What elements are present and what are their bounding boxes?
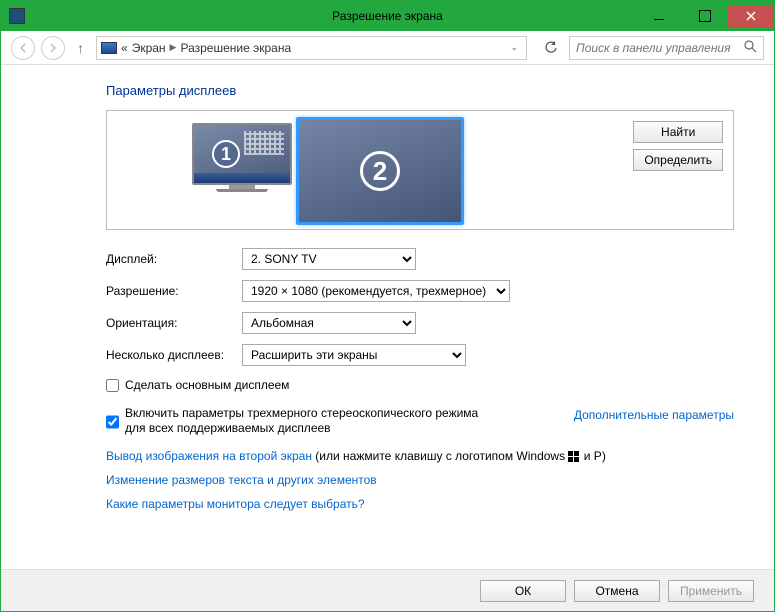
apply-button[interactable]: Применить bbox=[668, 580, 754, 602]
maximize-button[interactable] bbox=[682, 5, 728, 27]
search-input[interactable] bbox=[569, 36, 764, 60]
window-title: Разрешение экрана bbox=[332, 9, 443, 23]
monitor-icon bbox=[101, 42, 117, 54]
resolution-label: Разрешение: bbox=[106, 284, 242, 298]
monitor-number: 2 bbox=[360, 151, 400, 191]
multi-display-select[interactable]: Расширить эти экраны bbox=[242, 344, 466, 366]
monitor-number: 1 bbox=[212, 140, 240, 168]
titlebar: Разрешение экрана bbox=[1, 1, 774, 31]
resolution-select[interactable]: 1920 × 1080 (рекомендуется, трехмерное) bbox=[242, 280, 510, 302]
make-primary-checkbox[interactable] bbox=[106, 379, 119, 392]
advanced-settings-link[interactable]: Дополнительные параметры bbox=[574, 408, 734, 422]
orientation-select[interactable]: Альбомная bbox=[242, 312, 416, 334]
breadcrumb-item[interactable]: Разрешение экрана bbox=[180, 41, 291, 55]
refresh-button[interactable] bbox=[539, 36, 563, 60]
navbar: ↑ « Экран ▶ Разрешение экрана ⌄ bbox=[1, 31, 774, 65]
cancel-button[interactable]: Отмена bbox=[574, 580, 660, 602]
chevron-right-icon: ▶ bbox=[170, 42, 177, 53]
display-label: Дисплей: bbox=[106, 252, 242, 266]
monitor-1[interactable]: 1 bbox=[192, 123, 292, 192]
multi-display-label: Несколько дисплеев: bbox=[106, 348, 242, 362]
project-link[interactable]: Вывод изображения на второй экран bbox=[106, 449, 312, 463]
close-button[interactable] bbox=[728, 5, 774, 27]
search-icon[interactable] bbox=[744, 40, 757, 56]
app-icon bbox=[9, 8, 25, 24]
ok-button[interactable]: ОК bbox=[480, 580, 566, 602]
detect-button[interactable]: Найти bbox=[633, 121, 723, 143]
up-button[interactable]: ↑ bbox=[77, 40, 84, 56]
project-suffix: (или нажмите клавишу с логотипом Windows bbox=[312, 449, 568, 463]
help-link[interactable]: Какие параметры монитора следует выбрать… bbox=[106, 497, 365, 511]
make-primary-label[interactable]: Сделать основным дисплеем bbox=[125, 378, 289, 394]
display-preview: 1 2 Найти Определить bbox=[106, 110, 734, 230]
forward-button[interactable] bbox=[41, 36, 65, 60]
back-button[interactable] bbox=[11, 36, 35, 60]
display-select[interactable]: 2. SONY TV bbox=[242, 248, 416, 270]
breadcrumb-prefix: « bbox=[121, 41, 128, 55]
dialog-footer: ОК Отмена Применить bbox=[1, 569, 774, 611]
search-field[interactable] bbox=[576, 41, 744, 55]
enable-3d-checkbox[interactable] bbox=[106, 407, 119, 437]
orientation-label: Ориентация: bbox=[106, 316, 242, 330]
project-suffix2: и P) bbox=[580, 449, 605, 463]
page-heading: Параметры дисплеев bbox=[106, 83, 734, 98]
windows-logo-icon bbox=[568, 451, 580, 463]
text-size-link[interactable]: Изменение размеров текста и других элеме… bbox=[106, 473, 377, 487]
chevron-down-icon[interactable]: ⌄ bbox=[506, 42, 522, 53]
enable-3d-label[interactable]: Включить параметры трехмерного стереоско… bbox=[125, 406, 485, 437]
minimize-button[interactable] bbox=[636, 5, 682, 27]
breadcrumb-item[interactable]: Экран bbox=[132, 41, 166, 55]
monitor-2[interactable]: 2 bbox=[296, 117, 464, 225]
breadcrumb[interactable]: « Экран ▶ Разрешение экрана ⌄ bbox=[96, 36, 527, 60]
identify-button[interactable]: Определить bbox=[633, 149, 723, 171]
